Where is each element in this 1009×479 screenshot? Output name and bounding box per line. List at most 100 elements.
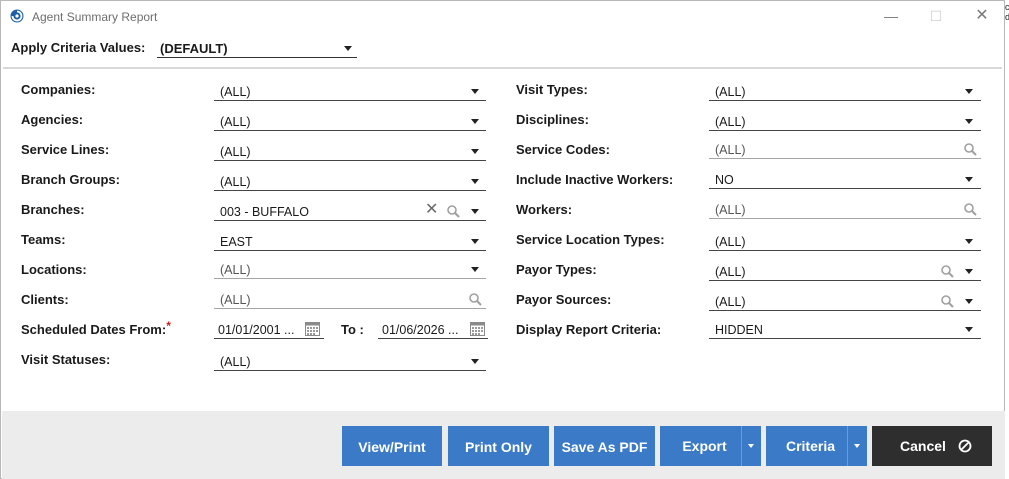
save-as-pdf-button[interactable]: Save As PDF: [554, 426, 655, 466]
calendar-icon[interactable]: [305, 322, 320, 336]
payor-sources-value: (ALL): [715, 295, 746, 309]
apply-criteria-value: (DEFAULT): [160, 41, 228, 56]
locations-select[interactable]: (ALL): [214, 259, 486, 279]
view-print-button[interactable]: View/Print: [342, 426, 442, 466]
workers-label: Workers:: [516, 202, 573, 217]
date-from-value: 01/01/2001 ...: [218, 323, 295, 337]
close-icon[interactable]: ✕: [972, 7, 992, 25]
clear-icon[interactable]: ✕: [425, 202, 439, 218]
export-dropdown-toggle[interactable]: [741, 426, 761, 466]
export-button[interactable]: Export: [660, 426, 761, 466]
companies-select[interactable]: (ALL): [214, 81, 486, 101]
include-inactive-workers-label: Include Inactive Workers:: [516, 172, 674, 187]
visit-types-select[interactable]: (ALL): [709, 81, 981, 101]
agencies-value: (ALL): [220, 115, 251, 129]
companies-label: Companies:: [21, 82, 96, 97]
clients-lookup[interactable]: (ALL): [214, 289, 486, 309]
chevron-down-icon: [965, 239, 973, 244]
search-icon[interactable]: [940, 264, 954, 278]
apply-criteria-label: Apply Criteria Values:: [11, 40, 146, 55]
calendar-icon[interactable]: [470, 322, 485, 336]
include-inactive-workers-value: NO: [715, 173, 734, 187]
print-only-button[interactable]: Print Only: [448, 426, 549, 466]
service-location-types-select[interactable]: (ALL): [709, 231, 981, 251]
chevron-down-icon: [965, 299, 973, 304]
teams-label: Teams:: [21, 232, 66, 247]
chevron-down-icon: [965, 269, 973, 274]
branches-select[interactable]: 003 - BUFFALO ✕: [214, 201, 486, 221]
date-to-value: 01/06/2026 ...: [382, 323, 459, 337]
branch-groups-select[interactable]: (ALL): [214, 171, 486, 191]
background-text: d: [1005, 12, 1009, 22]
disciplines-label: Disciplines:: [516, 112, 589, 127]
clients-value: (ALL): [220, 293, 251, 307]
search-icon[interactable]: [446, 204, 460, 218]
background-strip: [1005, 0, 1009, 479]
cancel-icon: [958, 439, 972, 453]
criteria-dropdown-toggle[interactable]: [847, 426, 867, 466]
visit-statuses-label: Visit Statuses:: [21, 352, 111, 367]
date-to-input[interactable]: 01/06/2026 ...: [378, 319, 488, 339]
agencies-label: Agencies:: [21, 112, 84, 127]
display-report-criteria-select[interactable]: HIDDEN: [709, 319, 981, 339]
visit-statuses-select[interactable]: (ALL): [214, 351, 486, 371]
branches-label: Branches:: [21, 202, 85, 217]
chevron-down-icon: [965, 177, 973, 182]
branch-groups-label: Branch Groups:: [21, 172, 120, 187]
date-to-label: To :: [341, 322, 364, 337]
search-icon[interactable]: [963, 142, 977, 156]
window-title: Agent Summary Report: [32, 10, 158, 24]
workers-lookup[interactable]: (ALL): [709, 199, 981, 219]
criteria-button[interactable]: Criteria: [766, 426, 867, 466]
service-location-types-label: Service Location Types:: [516, 232, 665, 247]
service-lines-label: Service Lines:: [21, 142, 110, 157]
disciplines-select[interactable]: (ALL): [709, 111, 981, 131]
date-from-input[interactable]: 01/01/2001 ...: [214, 319, 324, 339]
payor-types-label: Payor Types:: [516, 262, 597, 277]
locations-value: (ALL): [220, 263, 251, 277]
service-codes-value: (ALL): [715, 143, 746, 157]
chevron-down-icon: [748, 444, 754, 448]
chevron-down-icon: [344, 46, 352, 51]
service-lines-value: (ALL): [220, 145, 251, 159]
service-lines-select[interactable]: (ALL): [214, 141, 486, 161]
teams-select[interactable]: EAST: [214, 231, 486, 251]
criteria-button-label: Criteria: [785, 438, 836, 454]
chevron-down-icon: [471, 89, 479, 94]
payor-sources-select[interactable]: (ALL): [709, 291, 981, 311]
maximize-icon: ☐: [929, 8, 943, 24]
chevron-down-icon: [965, 89, 973, 94]
display-report-criteria-label: Display Report Criteria:: [516, 322, 662, 337]
display-report-criteria-value: HIDDEN: [715, 323, 763, 337]
required-marker: *: [166, 319, 171, 333]
chevron-down-icon: [471, 239, 479, 244]
teams-value: EAST: [220, 235, 253, 249]
button-bar: View/Print Print Only Save As PDF Export…: [2, 411, 1005, 479]
payor-types-select[interactable]: (ALL): [709, 261, 981, 281]
scheduled-dates-from-text: Scheduled Dates From:: [21, 322, 167, 337]
include-inactive-workers-select[interactable]: NO: [709, 169, 981, 189]
search-icon[interactable]: [468, 292, 482, 306]
service-codes-lookup[interactable]: (ALL): [709, 139, 981, 159]
payor-sources-label: Payor Sources:: [516, 292, 612, 307]
search-icon[interactable]: [963, 202, 977, 216]
visit-statuses-value: (ALL): [220, 355, 251, 369]
chevron-down-icon: [471, 209, 479, 214]
agencies-select[interactable]: (ALL): [214, 111, 486, 131]
cancel-button[interactable]: Cancel: [872, 426, 992, 466]
clients-label: Clients:: [21, 292, 69, 307]
chevron-down-icon: [965, 119, 973, 124]
branch-groups-value: (ALL): [220, 175, 251, 189]
report-dialog: Agent Summary Report — ☐ ✕ Apply Criteri…: [0, 0, 1005, 479]
search-icon[interactable]: [940, 294, 954, 308]
cancel-button-label: Cancel: [900, 438, 946, 454]
chevron-down-icon: [965, 327, 973, 332]
visit-types-label: Visit Types:: [516, 82, 588, 97]
chevron-down-icon: [471, 179, 479, 184]
visit-types-value: (ALL): [715, 85, 746, 99]
service-location-types-value: (ALL): [715, 235, 746, 249]
chevron-down-icon: [471, 267, 479, 272]
apply-criteria-select[interactable]: (DEFAULT): [157, 38, 357, 58]
minimize-icon[interactable]: —: [881, 7, 901, 25]
companies-value: (ALL): [220, 85, 251, 99]
